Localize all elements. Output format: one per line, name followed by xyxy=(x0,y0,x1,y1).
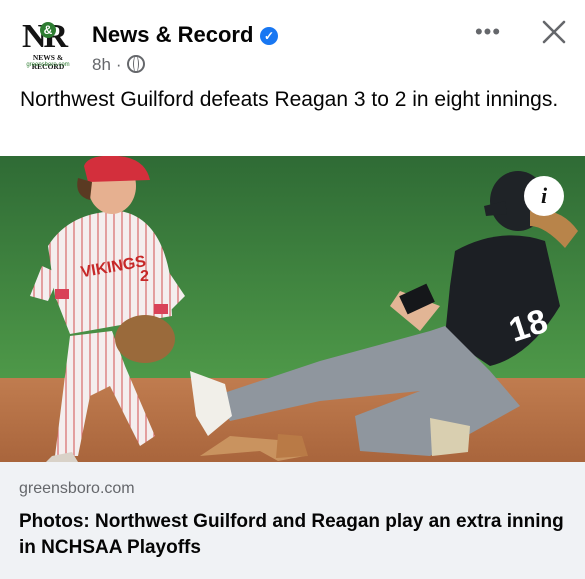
post-timestamp[interactable]: 8h xyxy=(92,55,111,74)
baseball-photo: VIKINGS 2 18 xyxy=(0,156,585,462)
infielder-number: 2 xyxy=(140,268,149,285)
post-photo[interactable]: VIKINGS 2 18 xyxy=(0,156,585,462)
link-domain: greensboro.com xyxy=(19,480,135,497)
verified-badge-icon: ✓ xyxy=(260,27,278,45)
globe-icon xyxy=(126,55,145,73)
link-preview[interactable]: greensboro.com Photos: Northwest Guilfor… xyxy=(0,462,585,579)
logo-site: greensboro.com xyxy=(26,62,70,68)
logo-ampersand: & xyxy=(40,22,56,38)
post-meta: 8h · xyxy=(92,55,145,75)
post-header: NR & NEWS & RECORD greensboro.com News &… xyxy=(0,0,585,80)
page-avatar[interactable]: NR & NEWS & RECORD greensboro.com xyxy=(20,20,76,72)
page-name-link[interactable]: News & Record xyxy=(92,22,253,48)
info-button[interactable]: i xyxy=(524,176,564,216)
post-text: Northwest Guilford defeats Reagan 3 to 2… xyxy=(20,88,559,111)
link-title[interactable]: Photos: Northwest Guilford and Reagan pl… xyxy=(19,509,574,561)
close-icon xyxy=(542,20,566,44)
meta-separator: · xyxy=(115,55,122,74)
close-button[interactable] xyxy=(538,16,570,48)
more-options-button[interactable]: ••• xyxy=(474,20,502,44)
